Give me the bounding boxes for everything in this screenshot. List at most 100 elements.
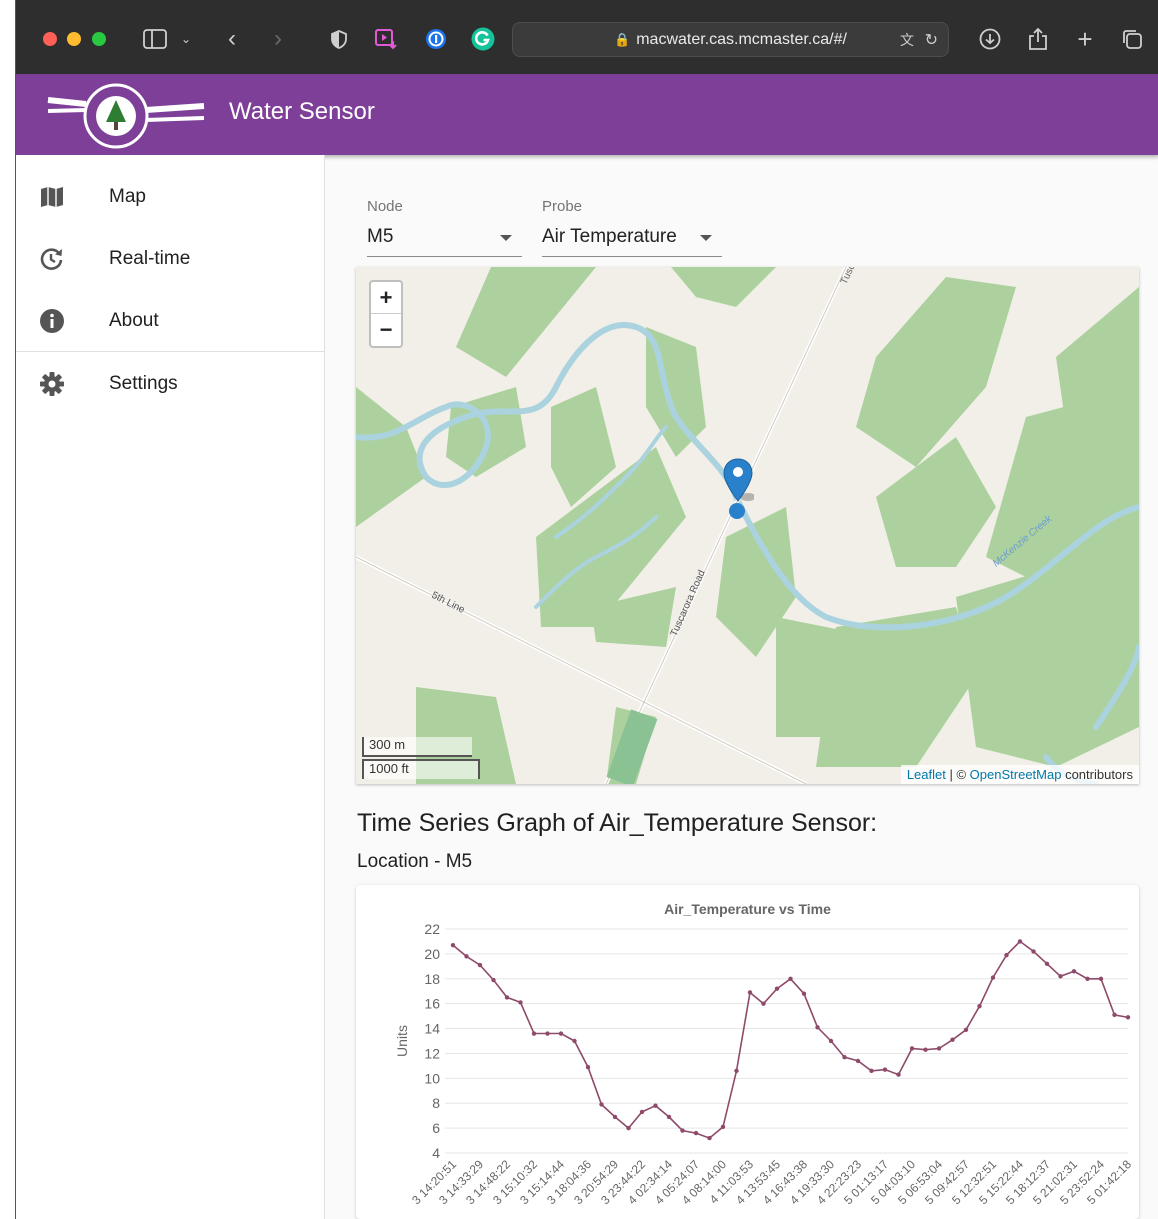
minimize-window-button[interactable]	[67, 32, 81, 46]
data-point	[734, 1068, 739, 1074]
data-point	[747, 990, 753, 995]
y-tick-label: 22	[424, 921, 440, 937]
data-point	[815, 1025, 820, 1030]
data-point	[612, 1114, 618, 1120]
main-content: Node M5 Probe Air Temperature Tusc Tusca…	[326, 155, 1158, 1219]
grammarly-icon[interactable]	[470, 24, 496, 54]
y-tick-label: 10	[424, 1070, 440, 1086]
y-tick-label: 18	[424, 971, 440, 987]
map-view[interactable]: Tusc Tuscarora Road 5th Line McKenzie Cr…	[356, 267, 1139, 784]
shield-icon[interactable]	[329, 24, 349, 54]
app-header: Water Sensor	[16, 74, 1158, 155]
data-point	[801, 991, 807, 996]
sidebar-item-label: Settings	[109, 373, 178, 394]
data-point	[1031, 949, 1036, 954]
data-point	[1044, 961, 1050, 967]
y-tick-label: 6	[432, 1120, 440, 1136]
node-select-value: M5	[367, 226, 394, 247]
sidebar-item-label: About	[109, 310, 159, 331]
reload-icon[interactable]: ↻	[925, 30, 938, 50]
data-point	[518, 1000, 523, 1005]
data-point	[1071, 969, 1077, 974]
sidebar: Map Real-time About Settings	[16, 155, 325, 1219]
probe-select-underline	[542, 256, 722, 257]
data-point	[774, 986, 780, 991]
info-icon	[39, 308, 65, 334]
data-point	[626, 1125, 631, 1131]
y-tick-label: 8	[432, 1095, 440, 1111]
data-point	[936, 1046, 942, 1051]
y-axis-label: Units	[394, 1025, 410, 1057]
data-point	[1004, 952, 1009, 958]
forward-icon[interactable]: ›	[268, 24, 288, 54]
y-tick-label: 14	[424, 1021, 440, 1037]
close-window-button[interactable]	[43, 32, 57, 46]
lock-icon: 🔒	[614, 31, 631, 47]
y-tick-label: 4	[432, 1145, 440, 1161]
translate-icon[interactable]: 文	[900, 30, 914, 50]
data-point	[1125, 1015, 1131, 1020]
data-point	[1058, 974, 1063, 979]
sidebar-item-about[interactable]: About	[16, 293, 325, 349]
line-chart: 46810121416182022Units3 14:20:513 14:33:…	[394, 921, 1134, 1207]
data-point	[855, 1058, 861, 1064]
zoom-in-button[interactable]: +	[371, 282, 401, 314]
new-tab-icon[interactable]: +	[1074, 24, 1096, 54]
sidebar-divider	[16, 351, 325, 352]
data-point	[545, 1031, 550, 1036]
address-bar[interactable]: 🔒 macwater.cas.mcmaster.ca/#/ 文 ↻	[512, 22, 949, 57]
y-tick-label: 12	[424, 1045, 440, 1061]
sidebar-item-real-time[interactable]: Real-time	[16, 231, 325, 287]
data-point	[585, 1064, 591, 1070]
map-attribution: Leaflet | © OpenStreetMap contributors	[900, 765, 1139, 784]
scale-metric: 300 m	[362, 737, 472, 757]
leaflet-link[interactable]: Leaflet	[907, 767, 946, 782]
probe-select-label: Probe	[542, 198, 583, 215]
data-point	[653, 1103, 658, 1108]
map-marker-icon[interactable]	[722, 457, 756, 519]
node-select[interactable]: Node M5	[367, 195, 522, 259]
data-point	[680, 1128, 685, 1133]
data-point	[639, 1109, 645, 1115]
data-point	[491, 977, 496, 983]
data-point	[693, 1130, 699, 1136]
data-point	[531, 1031, 537, 1036]
tab-overview-icon[interactable]	[1120, 24, 1144, 54]
chevron-down-icon[interactable]: ⌄	[178, 24, 194, 54]
sidebar-item-label: Real-time	[109, 248, 191, 269]
sidebar-item-settings[interactable]: Settings	[16, 356, 325, 412]
data-point	[572, 1038, 577, 1044]
share-icon[interactable]	[1026, 24, 1050, 54]
data-point	[788, 976, 793, 981]
series-line	[452, 940, 1129, 1140]
data-point	[842, 1054, 847, 1060]
graph-heading: Time Series Graph of Air_Temperature Sen…	[357, 809, 878, 837]
browser-window: ⌄ ‹ › 🔒 macwater.cas.mcmaster.ca/#/ 文 ↻ …	[15, 0, 1158, 1219]
data-point	[909, 1046, 915, 1051]
data-point	[828, 1038, 834, 1044]
probe-select-value: Air Temperature	[542, 226, 677, 247]
sidebar-toggle-icon[interactable]	[140, 24, 170, 54]
map-icon	[39, 184, 65, 210]
data-point	[1112, 1012, 1117, 1018]
media-extension-icon[interactable]	[373, 24, 399, 54]
data-point	[707, 1135, 712, 1141]
data-point	[761, 1001, 766, 1006]
data-point	[477, 962, 483, 968]
data-point	[558, 1031, 564, 1036]
node-select-underline	[367, 256, 522, 257]
data-point	[1098, 976, 1104, 981]
six-nations-logo	[46, 80, 208, 150]
sidebar-item-map[interactable]: Map	[16, 169, 325, 225]
osm-link[interactable]: OpenStreetMap	[970, 767, 1062, 782]
data-point	[599, 1102, 604, 1107]
downloads-icon[interactable]	[978, 24, 1002, 54]
data-point	[882, 1067, 888, 1072]
y-tick-label: 20	[424, 946, 440, 962]
zoom-window-button[interactable]	[92, 32, 106, 46]
back-icon[interactable]: ‹	[222, 24, 242, 54]
zoom-out-button[interactable]: −	[371, 314, 401, 346]
scale-imperial: 1000 ft	[362, 759, 480, 779]
probe-select[interactable]: Probe Air Temperature	[542, 195, 722, 259]
password-manager-icon[interactable]	[424, 24, 448, 54]
